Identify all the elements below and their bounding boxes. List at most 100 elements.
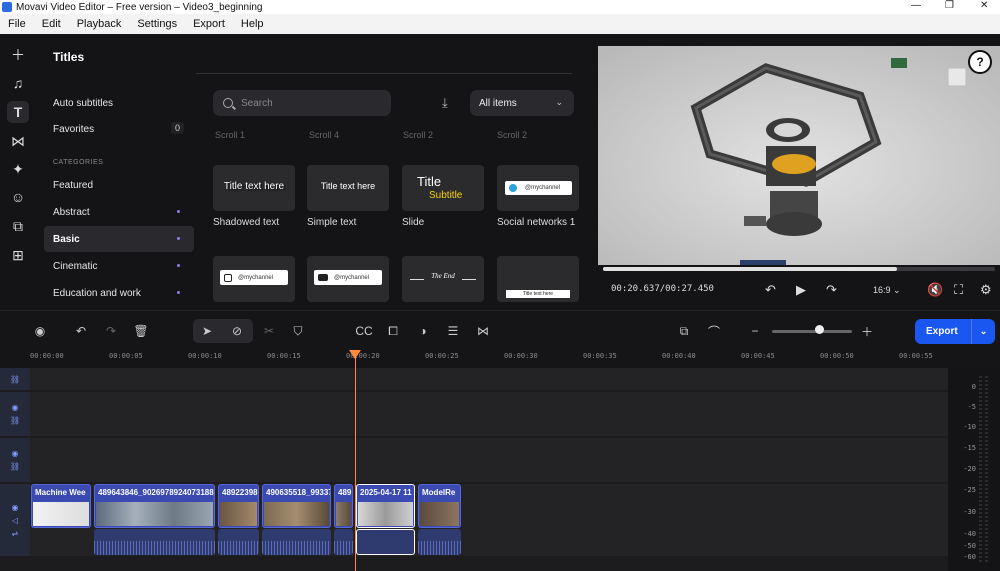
titles-panel: Titles Auto subtitles Favorites 0 CATEGOR…: [38, 34, 598, 310]
help-button[interactable]: ?: [968, 50, 992, 74]
undo-icon[interactable]: ↶: [71, 321, 91, 341]
eye-icon[interactable]: ◉: [12, 403, 19, 412]
close-button[interactable]: ✕: [980, 0, 988, 11]
play-icon[interactable]: ▶: [796, 282, 806, 298]
preview-scrubber[interactable]: [603, 267, 995, 271]
link-off-icon[interactable]: ⛓: [10, 416, 20, 425]
timeline-toolbar: ◉ ↶ ↷ 🗑 ➤ ⊘ ✂ ⛉ CC ⧠ ◑ ☰ ⋈ ⧉ ⌒ − ＋ Expor…: [0, 310, 1000, 350]
zoom-slider[interactable]: [772, 330, 852, 333]
music-icon[interactable]: ♫: [7, 72, 29, 94]
audio-clip[interactable]: [334, 529, 353, 555]
title-thumb-the-end[interactable]: The End: [402, 256, 484, 302]
title-thumb-lower-third[interactable]: Title text here: [497, 256, 579, 302]
effects-icon[interactable]: ✦: [7, 158, 29, 180]
ruler-tick: 00:00:35: [583, 352, 617, 360]
step-back-icon[interactable]: ↶: [765, 282, 776, 298]
cut-icon[interactable]: ✂: [259, 321, 279, 341]
transition-icon[interactable]: ⋈: [473, 321, 493, 341]
captions-icon[interactable]: CC: [354, 321, 374, 341]
playhead-line[interactable]: [355, 350, 356, 571]
meter-label: 0: [971, 383, 976, 391]
category-featured[interactable]: Featured: [44, 172, 194, 198]
video-preview[interactable]: ?: [598, 46, 1000, 265]
audio-waveform: [334, 541, 353, 555]
audio-clip[interactable]: [94, 529, 215, 555]
stickers-icon[interactable]: ☺: [7, 186, 29, 208]
audio-clip[interactable]: [262, 529, 331, 555]
split-screen-icon[interactable]: ⧉: [674, 321, 694, 341]
elements-icon[interactable]: ⧉: [7, 215, 29, 237]
menu-help[interactable]: Help: [233, 18, 272, 30]
search-input[interactable]: Search: [213, 90, 391, 116]
crop-icon[interactable]: ⧠: [383, 321, 403, 341]
menu-settings[interactable]: Settings: [129, 18, 185, 30]
more-icon[interactable]: ⊞: [7, 244, 29, 266]
category-cinematic[interactable]: Cinematic: [44, 253, 194, 279]
chevron-down-icon[interactable]: ⌄: [971, 319, 995, 344]
delete-icon[interactable]: 🗑: [131, 321, 151, 341]
transitions-icon[interactable]: ⋈: [7, 130, 29, 152]
link-off-icon[interactable]: ⛓: [10, 462, 20, 471]
mute-icon[interactable]: 🔇: [927, 282, 943, 298]
zoom-out-icon[interactable]: −: [745, 321, 765, 341]
category-label: Abstract: [53, 206, 90, 218]
video-clip-selected[interactable]: 2025-04-17 11: [356, 484, 415, 528]
download-icon[interactable]: ⤓: [442, 95, 448, 111]
link-icon[interactable]: ⛓: [10, 375, 20, 384]
clip-thumbnail: [33, 502, 89, 526]
video-clip[interactable]: ModelRe: [418, 484, 461, 528]
add-icon[interactable]: ＋: [7, 44, 29, 66]
menu-playback[interactable]: Playback: [69, 18, 130, 30]
adjust-icon[interactable]: ☰: [443, 321, 463, 341]
category-abstract[interactable]: Abstract: [44, 199, 194, 225]
title-track: [0, 368, 948, 390]
category-auto-subtitles[interactable]: Auto subtitles: [44, 90, 194, 116]
blade-icon[interactable]: ⊘: [227, 321, 247, 341]
title-thumb-social-instagram[interactable]: @mychannel: [213, 256, 295, 302]
audio-settings-icon[interactable]: ⇌: [12, 529, 19, 538]
video-clip[interactable]: Machine Wee: [31, 484, 91, 528]
category-favorites[interactable]: Favorites 0: [44, 116, 194, 142]
eye-icon[interactable]: ◉: [12, 503, 19, 512]
category-basic[interactable]: Basic: [44, 226, 194, 252]
eye-icon[interactable]: ◉: [12, 449, 19, 458]
magnet-icon[interactable]: ⌒: [704, 321, 724, 341]
step-forward-icon[interactable]: ↷: [826, 282, 837, 298]
audio-clip[interactable]: [418, 529, 461, 555]
redo-icon[interactable]: ↷: [101, 321, 121, 341]
category-education-and-work[interactable]: Education and work: [44, 280, 194, 306]
audio-clip-selected[interactable]: [356, 529, 415, 555]
volume-icon[interactable]: ◁: [12, 516, 18, 525]
menu-edit[interactable]: Edit: [34, 18, 69, 30]
title-thumb-shadowed-text[interactable]: Title text here: [213, 165, 295, 211]
titles-icon[interactable]: T: [7, 101, 29, 123]
video-clip[interactable]: 489: [334, 484, 353, 528]
title-thumb-social-networks-1[interactable]: @mychannel: [497, 165, 579, 211]
shield-icon[interactable]: ⛉: [288, 321, 308, 341]
title-thumb-social-youtube[interactable]: @mychannel: [307, 256, 389, 302]
categories-heading: CATEGORIES: [53, 159, 104, 166]
record-icon[interactable]: ◉: [30, 321, 50, 341]
timeline-ruler[interactable]: 00:00:00 00:00:05 00:00:10 00:00:15 00:0…: [0, 350, 1000, 368]
ruler-tick: 00:00:30: [504, 352, 538, 360]
fullscreen-icon[interactable]: ⛶: [954, 282, 963, 298]
aspect-ratio-select[interactable]: 16:9 ⌄: [873, 285, 901, 296]
export-button[interactable]: Export ⌄: [915, 319, 995, 344]
menu-export[interactable]: Export: [185, 18, 233, 30]
zoom-slider-handle[interactable]: [815, 325, 824, 334]
maximize-button[interactable]: ❐: [945, 0, 954, 11]
title-thumb-slide[interactable]: Title Subtitle: [402, 165, 484, 211]
video-clip[interactable]: 48922398: [218, 484, 259, 528]
zoom-in-icon[interactable]: ＋: [857, 321, 877, 341]
menu-file[interactable]: File: [0, 18, 34, 30]
playhead-handle[interactable]: [349, 350, 361, 359]
video-clip[interactable]: 489643846_9026978924073188_: [94, 484, 215, 528]
settings-gear-icon[interactable]: ⚙: [980, 282, 992, 298]
audio-clip[interactable]: [218, 529, 259, 555]
filter-dropdown[interactable]: All items ⌄: [470, 90, 574, 116]
title-thumb-simple-text[interactable]: Title text here: [307, 165, 389, 211]
video-clip[interactable]: 490635518_99337: [262, 484, 331, 528]
select-cursor-icon[interactable]: ➤: [197, 321, 217, 341]
minimize-button[interactable]: —: [911, 0, 921, 11]
color-icon[interactable]: ◑: [413, 321, 433, 341]
